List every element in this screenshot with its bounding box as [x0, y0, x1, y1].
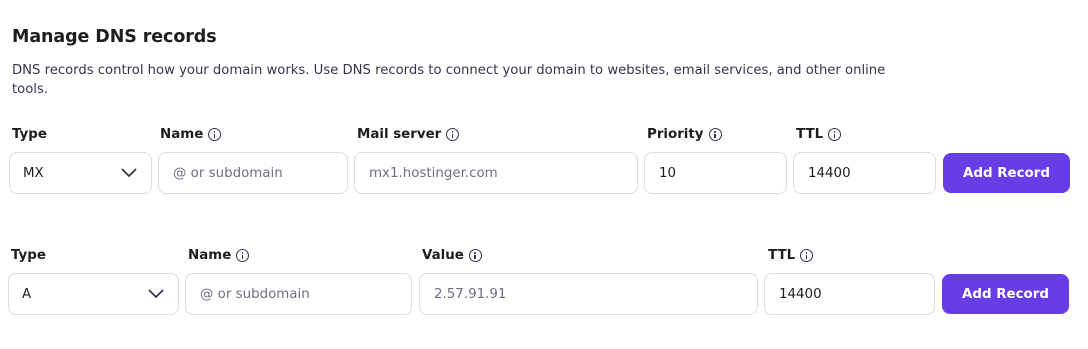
a-value-label-text: Value: [422, 248, 464, 263]
a-name-input[interactable]: @ or subdomain: [185, 273, 412, 315]
mx-name-input[interactable]: @ or subdomain: [158, 152, 348, 194]
mx-priority-value: 10: [659, 165, 677, 181]
a-ttl-input[interactable]: 14400: [764, 273, 935, 315]
info-icon[interactable]: [828, 128, 842, 141]
mx-mail-server-label: Mail server: [357, 127, 460, 142]
mx-name-label-text: Name: [160, 127, 204, 142]
a-value-placeholder: 2.57.91.91: [434, 286, 507, 302]
mx-mail-server-placeholder: mx1.hostinger.com: [369, 165, 498, 181]
a-name-label-text: Name: [188, 248, 232, 263]
info-icon[interactable]: [468, 249, 482, 262]
a-type-label: Type: [11, 248, 46, 263]
mx-priority-label-text: Priority: [647, 127, 704, 142]
a-name-placeholder: @ or subdomain: [200, 286, 310, 302]
a-type-value: A: [22, 286, 32, 302]
mx-type-select[interactable]: MX: [9, 152, 152, 194]
a-name-label: Name: [188, 248, 250, 263]
mx-ttl-input[interactable]: 14400: [793, 152, 936, 194]
a-ttl-label: TTL: [768, 248, 814, 263]
a-ttl-label-text: TTL: [768, 248, 796, 263]
mx-ttl-value: 14400: [808, 165, 851, 181]
info-icon[interactable]: [236, 249, 250, 262]
page-title: Manage DNS records: [12, 27, 217, 47]
mx-ttl-label: TTL: [796, 127, 842, 142]
mx-priority-label: Priority: [647, 127, 722, 142]
mx-mail-server-label-text: Mail server: [357, 127, 442, 142]
mx-name-placeholder: @ or subdomain: [173, 165, 283, 181]
mx-mail-server-input[interactable]: mx1.hostinger.com: [354, 152, 638, 194]
page-description: DNS records control how your domain work…: [12, 63, 886, 97]
mx-priority-input[interactable]: 10: [644, 152, 787, 194]
mx-name-label: Name: [160, 127, 222, 142]
mx-type-value: MX: [23, 165, 44, 181]
chevron-down-icon: [148, 289, 164, 298]
mx-ttl-label-text: TTL: [796, 127, 824, 142]
mx-add-record-button[interactable]: Add Record: [943, 153, 1070, 193]
info-icon[interactable]: [708, 128, 722, 141]
chevron-down-icon: [121, 168, 137, 177]
info-icon[interactable]: [800, 249, 814, 262]
a-type-select[interactable]: A: [8, 273, 179, 315]
info-icon[interactable]: [208, 128, 222, 141]
info-icon[interactable]: [446, 128, 460, 141]
a-value-label: Value: [422, 248, 482, 263]
a-ttl-value: 14400: [779, 286, 822, 302]
mx-type-label: Type: [12, 127, 47, 142]
a-add-record-button[interactable]: Add Record: [942, 274, 1069, 314]
mx-type-label-text: Type: [12, 127, 47, 142]
a-type-label-text: Type: [11, 248, 46, 263]
a-value-input[interactable]: 2.57.91.91: [419, 273, 758, 315]
